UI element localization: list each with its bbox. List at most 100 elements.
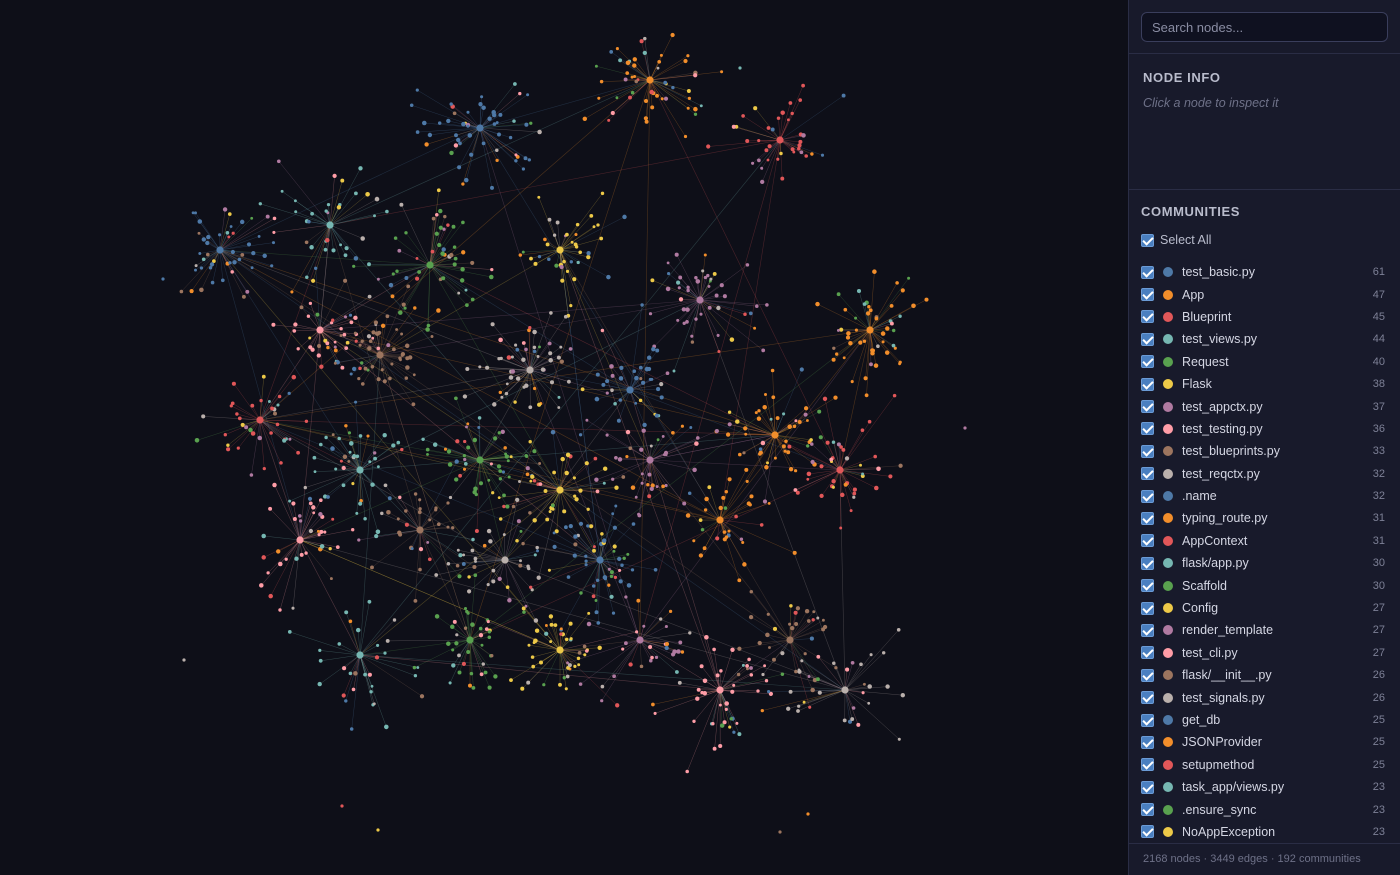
graph-node[interactable] — [839, 327, 844, 332]
graph-node[interactable] — [602, 481, 606, 485]
graph-node[interactable] — [518, 480, 521, 483]
graph-node[interactable] — [834, 666, 838, 670]
graph-node[interactable] — [271, 241, 276, 245]
graph-node[interactable] — [470, 260, 475, 265]
graph-node[interactable] — [766, 612, 770, 616]
graph-node[interactable] — [593, 456, 598, 461]
graph-node[interactable] — [620, 563, 624, 567]
graph-node[interactable] — [734, 514, 738, 519]
graph-node[interactable] — [764, 148, 769, 153]
graph-node[interactable] — [349, 727, 354, 731]
graph-node[interactable] — [366, 334, 372, 339]
graph-node[interactable] — [735, 721, 739, 725]
graph-node[interactable] — [395, 269, 399, 273]
graph-node[interactable] — [649, 444, 653, 448]
graph-node[interactable] — [521, 541, 525, 546]
graph-node[interactable] — [722, 294, 727, 299]
graph-node[interactable] — [453, 143, 459, 148]
community-row[interactable]: JSONProvider 25 — [1141, 731, 1388, 753]
graph-node[interactable] — [461, 661, 466, 666]
graph-node[interactable] — [358, 434, 363, 438]
graph-node[interactable] — [736, 672, 741, 677]
graph-node[interactable] — [537, 254, 542, 259]
graph-node[interactable] — [409, 103, 414, 108]
graph-node[interactable] — [491, 109, 496, 115]
graph-node[interactable] — [358, 501, 363, 506]
graph-node[interactable] — [659, 395, 664, 400]
graph-node[interactable] — [614, 504, 618, 508]
graph-node[interactable] — [618, 376, 624, 381]
graph-node[interactable] — [729, 717, 734, 721]
graph-node[interactable] — [477, 426, 481, 429]
search-input[interactable] — [1141, 12, 1388, 42]
graph-node[interactable] — [330, 446, 335, 451]
graph-node[interactable] — [418, 567, 422, 572]
graph-node[interactable] — [454, 396, 458, 401]
graph-node[interactable] — [368, 460, 372, 464]
graph-node[interactable] — [692, 539, 696, 543]
graph-node[interactable] — [832, 346, 836, 350]
graph-node[interactable] — [497, 132, 501, 137]
graph-node[interactable] — [491, 491, 495, 495]
graph-node[interactable] — [842, 356, 846, 360]
graph-node[interactable] — [287, 391, 291, 396]
graph-node[interactable] — [370, 565, 374, 570]
graph-node[interactable] — [201, 257, 206, 262]
graph-node[interactable] — [552, 531, 556, 535]
graph-node[interactable] — [741, 114, 745, 118]
graph-node[interactable] — [600, 191, 605, 196]
graph-node[interactable] — [611, 477, 615, 481]
graph-node[interactable] — [404, 509, 408, 513]
graph-node[interactable] — [227, 212, 232, 216]
graph-node[interactable] — [552, 544, 557, 550]
graph-node[interactable] — [638, 398, 643, 403]
graph-node[interactable] — [413, 492, 418, 496]
graph-node[interactable] — [680, 424, 684, 428]
graph-node[interactable] — [596, 621, 601, 625]
graph-node[interactable] — [272, 230, 276, 234]
graph-node[interactable] — [831, 357, 836, 362]
graph-node[interactable] — [371, 483, 375, 487]
graph-node[interactable] — [490, 185, 494, 190]
graph-node[interactable] — [761, 672, 765, 677]
graph-node[interactable] — [532, 386, 537, 391]
graph-node[interactable] — [323, 247, 328, 252]
graph-node[interactable] — [825, 440, 830, 445]
graph-node[interactable] — [678, 297, 684, 302]
graph-node[interactable] — [514, 153, 518, 157]
graph-node[interactable] — [810, 152, 814, 156]
graph-node[interactable] — [230, 270, 234, 274]
graph-node[interactable] — [628, 95, 632, 100]
graph-node[interactable] — [465, 425, 468, 429]
graph-node[interactable] — [276, 549, 281, 554]
graph-node[interactable] — [765, 632, 770, 638]
graph-node[interactable] — [601, 382, 606, 387]
graph-node[interactable] — [889, 321, 894, 326]
graph-node[interactable] — [801, 83, 805, 88]
graph-node[interactable] — [743, 426, 748, 431]
graph-node[interactable] — [370, 365, 375, 369]
graph-node[interactable] — [232, 260, 237, 265]
graph-node[interactable] — [498, 477, 503, 481]
graph-node[interactable] — [533, 638, 538, 644]
graph-node[interactable] — [430, 249, 435, 254]
graph-node[interactable] — [803, 406, 809, 411]
graph-node[interactable] — [495, 121, 499, 125]
graph-node[interactable] — [376, 465, 380, 469]
graph-node[interactable] — [662, 453, 667, 457]
graph-node[interactable] — [694, 441, 699, 446]
graph-node[interactable] — [811, 618, 815, 622]
graph-node[interactable] — [601, 538, 607, 543]
graph-node[interactable] — [354, 339, 358, 343]
graph-node[interactable] — [545, 517, 550, 522]
community-row[interactable]: test_basic.py 61 — [1141, 261, 1388, 283]
graph-node[interactable] — [578, 521, 584, 526]
graph-node[interactable] — [478, 365, 482, 369]
graph-node[interactable] — [303, 485, 307, 490]
graph-node[interactable] — [249, 473, 254, 477]
graph-node[interactable] — [549, 622, 554, 627]
graph-node[interactable] — [455, 563, 460, 568]
graph-node[interactable] — [354, 400, 358, 404]
graph-node[interactable] — [536, 549, 539, 553]
graph-hub-node[interactable] — [646, 76, 654, 84]
